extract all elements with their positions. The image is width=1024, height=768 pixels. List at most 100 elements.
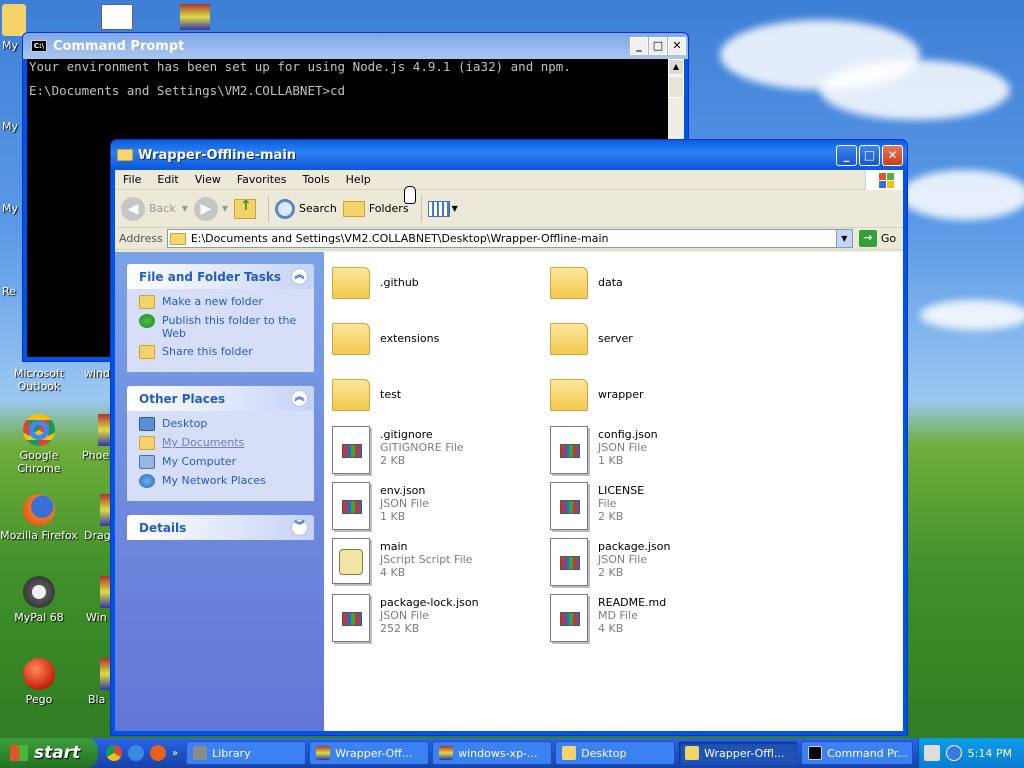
- winrar-icon: [439, 746, 454, 760]
- go-button[interactable]: → Go: [858, 230, 896, 247]
- desktop-icon-win[interactable]: Win: [86, 576, 110, 624]
- desktop-icon-window[interactable]: [101, 4, 133, 30]
- explorer-window[interactable]: Wrapper-Offline-main _ □ ✕ File Edit Vie…: [110, 139, 908, 736]
- keyboard-icon[interactable]: [923, 745, 940, 761]
- menu-favorites[interactable]: Favorites: [229, 173, 295, 186]
- cmd-close-button[interactable]: ✕: [668, 37, 686, 55]
- menu-edit[interactable]: Edit: [149, 173, 186, 186]
- menu-bar: File Edit View Favorites Tools Help: [115, 170, 903, 190]
- taskbar-item-wrapper-offline-1[interactable]: Wrapper-Off...: [309, 741, 430, 765]
- place-desktop[interactable]: Desktop: [139, 417, 304, 431]
- desktop-icon-mypal-68[interactable]: MyPal 68: [0, 576, 78, 624]
- taskbar-item-command-prompt[interactable]: Command Pr...: [801, 741, 914, 765]
- taskbar-item-wrapper-offline-2[interactable]: Wrapper-Offl...: [678, 741, 799, 765]
- menu-tools[interactable]: Tools: [295, 173, 338, 186]
- folders-button[interactable]: Folders: [342, 200, 409, 217]
- desktop-icon-google-chrome[interactable]: Google Chrome: [0, 414, 78, 475]
- place-my-network-places[interactable]: My Network Places: [139, 474, 304, 488]
- chevron-up-icon[interactable]: ︽: [291, 268, 308, 285]
- file-item[interactable]: config.json JSON File 1 KB: [550, 426, 760, 478]
- cmd-minimize-button[interactable]: _: [630, 37, 648, 55]
- forward-button[interactable]: ▶ ▼: [193, 196, 228, 221]
- file-icon: [550, 538, 588, 586]
- chevron-right-icon[interactable]: »: [172, 748, 178, 759]
- taskbar-item-windows-xp[interactable]: windows-xp-...: [432, 741, 553, 765]
- file-item[interactable]: env.json JSON File 1 KB: [332, 482, 542, 534]
- place-my-computer[interactable]: My Computer: [139, 455, 304, 469]
- task-publish-folder[interactable]: Publish this folder to the Web: [139, 314, 304, 340]
- explorer-maximize-button[interactable]: □: [859, 145, 880, 166]
- file-item[interactable]: LICENSE File 2 KB: [550, 482, 760, 534]
- folder-item[interactable]: wrapper: [550, 374, 760, 426]
- details-panel: Details ︾: [127, 515, 314, 540]
- taskbar-item-desktop[interactable]: Desktop: [555, 741, 676, 765]
- chevron-down-icon[interactable]: ▼: [835, 230, 852, 247]
- back-button[interactable]: ◀ Back ▼: [121, 196, 188, 221]
- folder-item[interactable]: data: [550, 262, 760, 314]
- cmd-icon: C:\: [31, 40, 47, 52]
- desktop-icon-windows[interactable]: windo: [84, 367, 110, 380]
- chrome-icon[interactable]: [106, 745, 122, 761]
- desktop-icon-bla[interactable]: Bla: [88, 658, 110, 706]
- folder-item[interactable]: test: [332, 374, 542, 426]
- scroll-up-icon[interactable]: ▲: [668, 59, 684, 75]
- chevron-left-icon[interactable]: [945, 745, 962, 761]
- cmd-maximize-button[interactable]: □: [649, 37, 667, 55]
- toolbar: ◀ Back ▼ ▶ ▼ ↑ Search Folders ▼: [115, 190, 903, 228]
- chevron-up-icon[interactable]: ︽: [291, 390, 308, 407]
- file-list[interactable]: .github data extensions server test wrap…: [324, 252, 903, 731]
- search-button[interactable]: Search: [275, 198, 337, 219]
- winrar-icon: [100, 658, 110, 690]
- place-my-documents[interactable]: My Documents: [139, 436, 304, 450]
- folder-icon: [562, 746, 577, 760]
- desktop-icon-microsoft-outlook[interactable]: Microsoft Outlook: [0, 367, 78, 393]
- folder-icon: [2, 4, 26, 36]
- menu-file[interactable]: File: [115, 173, 149, 186]
- chrome-icon: [23, 414, 55, 446]
- internet-explorer-icon[interactable]: [128, 745, 144, 761]
- desktop-icon-pego[interactable]: Pego: [0, 658, 78, 706]
- folder-item[interactable]: .github: [332, 262, 542, 314]
- explorer-title: Wrapper-Offline-main: [138, 147, 297, 163]
- address-value: E:\Documents and Settings\VM2.COLLABNET\…: [190, 232, 609, 245]
- explorer-titlebar[interactable]: Wrapper-Offline-main: [111, 140, 907, 170]
- menu-help[interactable]: Help: [338, 173, 379, 186]
- raccoon-icon: [23, 576, 55, 608]
- views-button[interactable]: ▼: [427, 200, 458, 217]
- explorer-close-button[interactable]: ✕: [882, 145, 903, 166]
- task-share-folder[interactable]: Share this folder: [139, 345, 304, 359]
- file-item[interactable]: README.md MD File 4 KB: [550, 594, 760, 646]
- file-item[interactable]: package.json JSON File 2 KB: [550, 538, 760, 590]
- clock[interactable]: 5:14 PM: [968, 747, 1012, 760]
- desktop-icon-mozilla-firefox[interactable]: Mozilla Firefox: [0, 494, 78, 542]
- file-item[interactable]: main JScript Script File 4 KB: [332, 538, 542, 590]
- details-header[interactable]: Details ︾: [127, 515, 314, 540]
- search-icon: [275, 198, 296, 219]
- folder-item[interactable]: extensions: [332, 318, 542, 370]
- desktop-icon-label: Microsoft Outlook: [13, 367, 65, 393]
- explorer-minimize-button[interactable]: _: [836, 145, 857, 166]
- start-button[interactable]: start: [0, 738, 98, 768]
- desktop-icon-phoenix[interactable]: Phoen: [82, 414, 110, 462]
- file-item[interactable]: .gitignore GITIGNORE File 2 KB: [332, 426, 542, 478]
- address-input[interactable]: E:\Documents and Settings\VM2.COLLABNET\…: [166, 229, 853, 248]
- firefox-icon[interactable]: [150, 745, 166, 761]
- desktop-icon-drag[interactable]: Drag: [84, 494, 110, 542]
- address-bar: Address E:\Documents and Settings\VM2.CO…: [115, 228, 903, 250]
- taskbar-item-library[interactable]: Library: [186, 741, 307, 765]
- chevron-down-icon[interactable]: ︾: [291, 519, 308, 536]
- desktop-icon-winrar[interactable]: [180, 4, 210, 30]
- scroll-thumb[interactable]: [668, 76, 684, 98]
- file-item[interactable]: package-lock.json JSON File 252 KB: [332, 594, 542, 646]
- task-make-new-folder[interactable]: Make a new folder: [139, 295, 304, 309]
- library-icon: [193, 746, 208, 760]
- desktop-icon: [139, 417, 155, 431]
- cmd-titlebar[interactable]: C:\ Command Prompt: [23, 33, 688, 59]
- other-places-header[interactable]: Other Places ︽: [127, 386, 314, 411]
- up-folder-button[interactable]: ↑: [234, 198, 257, 219]
- menu-view[interactable]: View: [187, 173, 229, 186]
- folder-icon: [169, 232, 186, 245]
- taskbar: start » Library Wrapper-Off... windows-x…: [0, 738, 1024, 768]
- file-folder-tasks-header[interactable]: File and Folder Tasks ︽: [127, 264, 314, 289]
- folder-item[interactable]: server: [550, 318, 760, 370]
